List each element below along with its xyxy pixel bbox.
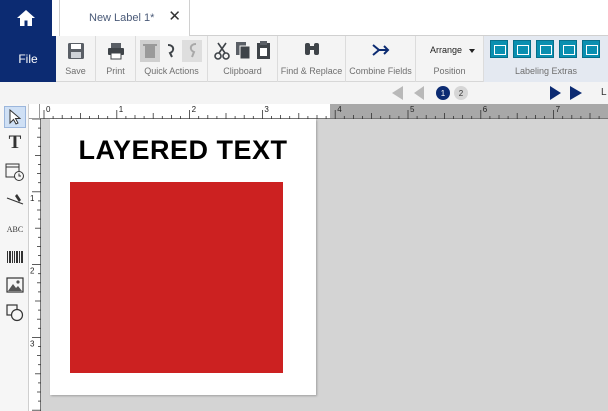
ruler-number: 6 bbox=[483, 105, 488, 114]
shapes-icon bbox=[6, 304, 24, 322]
save-icon bbox=[68, 43, 84, 59]
cursor-arrow-icon bbox=[9, 109, 21, 125]
combine-fields-label: Combine Fields bbox=[349, 66, 412, 76]
labeling-extras-group: Labeling Extras bbox=[484, 36, 608, 82]
label-page[interactable]: LAYERED TEXT bbox=[50, 119, 316, 395]
serial-text-button[interactable] bbox=[513, 40, 531, 58]
barcode-field-button[interactable] bbox=[559, 40, 577, 58]
text-t-icon: T bbox=[8, 132, 22, 153]
last-page-icon[interactable] bbox=[570, 86, 582, 100]
paste-icon[interactable] bbox=[256, 41, 272, 60]
file-button[interactable]: File bbox=[0, 36, 56, 82]
ruler-number: 2 bbox=[30, 267, 35, 276]
trash-icon bbox=[143, 44, 157, 58]
ruler-number: 0 bbox=[46, 105, 51, 114]
arrange-dropdown[interactable]: Arrange bbox=[430, 45, 475, 55]
shape-tool[interactable] bbox=[4, 302, 26, 324]
design-canvas[interactable]: LAYERED TEXT bbox=[41, 119, 608, 411]
save-group[interactable]: Save bbox=[56, 36, 96, 82]
database-button[interactable] bbox=[490, 40, 508, 58]
horizontal-ruler: 0 1 2 3 4 5 6 7 bbox=[40, 104, 608, 119]
home-icon bbox=[17, 10, 35, 26]
vertical-ruler: 1234 bbox=[29, 119, 41, 411]
page-2-button[interactable]: 2 bbox=[454, 86, 468, 100]
quick-actions-label: Quick Actions bbox=[144, 66, 199, 76]
ribbon-toolbar: File Save Print Quick Actions Clipboard … bbox=[0, 36, 608, 82]
redo-button[interactable] bbox=[182, 40, 202, 62]
close-tab-icon[interactable]: ✕ bbox=[168, 9, 181, 24]
title-bar: New Label 1* ✕ bbox=[0, 0, 608, 36]
counter-button[interactable] bbox=[582, 40, 600, 58]
prev-page-icon[interactable] bbox=[414, 86, 424, 100]
cut-icon[interactable] bbox=[214, 42, 230, 60]
delete-button[interactable] bbox=[140, 40, 160, 62]
ruler-number: 3 bbox=[264, 105, 269, 114]
label-text-object[interactable]: LAYERED TEXT bbox=[50, 135, 316, 166]
line-draw-icon bbox=[6, 194, 24, 205]
text-tool[interactable]: T bbox=[4, 132, 26, 154]
red-rectangle-object[interactable] bbox=[70, 182, 283, 373]
object-toolbox: T ABC bbox=[0, 104, 29, 411]
ruler-corner bbox=[29, 104, 40, 119]
redo-icon bbox=[189, 43, 197, 58]
ruler-number: 2 bbox=[192, 105, 197, 114]
ruler-number: 1 bbox=[119, 105, 124, 114]
barcode-icon bbox=[7, 251, 23, 263]
image-tool[interactable] bbox=[4, 274, 26, 296]
image-field-button[interactable] bbox=[536, 40, 554, 58]
page-navigation: 1 2 L bbox=[0, 82, 608, 104]
next-page-icon[interactable] bbox=[550, 86, 561, 100]
combine-fields-group[interactable]: Combine Fields bbox=[346, 36, 416, 82]
ruler-number: 5 bbox=[410, 105, 415, 114]
clipboard-group: Clipboard bbox=[208, 36, 278, 82]
copy-icon[interactable] bbox=[235, 41, 251, 60]
ruler-number: 1 bbox=[30, 194, 35, 203]
ruler-number: 7 bbox=[556, 105, 561, 114]
page-1-button[interactable]: 1 bbox=[436, 86, 450, 100]
overflow-label: L bbox=[601, 87, 607, 98]
line-tool[interactable] bbox=[4, 190, 26, 212]
document-tab-label: New Label 1* bbox=[89, 12, 155, 24]
print-icon bbox=[108, 43, 124, 60]
home-button[interactable] bbox=[0, 0, 52, 36]
position-group: Position bbox=[416, 36, 484, 82]
serial-text-tool[interactable]: ABC bbox=[4, 218, 26, 240]
clipboard-label: Clipboard bbox=[223, 66, 262, 76]
ruler-number: 3 bbox=[30, 339, 35, 348]
label-designer-app: New Label 1* ✕ File Save Print Quick Act… bbox=[0, 0, 608, 411]
first-page-icon[interactable] bbox=[392, 86, 403, 100]
combine-icon bbox=[372, 44, 390, 56]
position-label: Position bbox=[433, 66, 466, 76]
arrange-label: Arrange bbox=[430, 45, 463, 55]
document-tab[interactable]: New Label 1* ✕ bbox=[59, 0, 190, 36]
labeling-extras-label: Labeling Extras bbox=[514, 66, 578, 76]
binoculars-icon bbox=[305, 43, 319, 55]
date-time-tool[interactable] bbox=[4, 161, 26, 183]
ruler-number: 4 bbox=[337, 105, 342, 114]
find-replace-label: Find & Replace bbox=[280, 66, 343, 76]
print-group[interactable]: Print bbox=[96, 36, 136, 82]
undo-icon[interactable] bbox=[164, 43, 178, 59]
barcode-tool[interactable] bbox=[4, 246, 26, 268]
quick-actions-group: Quick Actions bbox=[136, 36, 208, 82]
picture-icon bbox=[6, 277, 24, 293]
print-label: Print bbox=[106, 66, 125, 76]
select-tool[interactable] bbox=[4, 106, 26, 128]
caret-down-icon bbox=[468, 48, 475, 53]
find-replace-group[interactable]: Find & Replace bbox=[278, 36, 346, 82]
calendar-clock-icon bbox=[5, 163, 24, 181]
abc-icon: ABC bbox=[6, 224, 24, 234]
save-label: Save bbox=[65, 66, 86, 76]
